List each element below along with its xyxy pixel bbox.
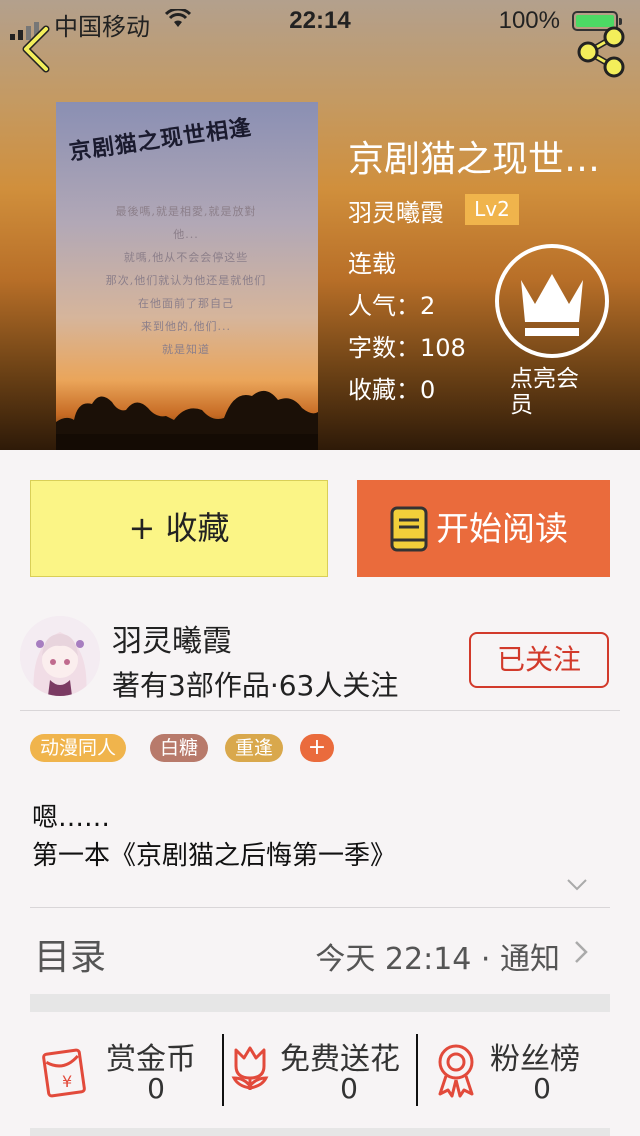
add-tag-button[interactable]: + <box>300 734 334 762</box>
follow-button[interactable]: 已关注 <box>469 632 609 688</box>
table-of-contents-row[interactable]: 目录 今天 22:14 · 通知 <box>30 908 610 992</box>
send-flower-button[interactable]: 免费送花 0 <box>226 1030 416 1110</box>
author-card-name[interactable]: 羽灵曦霞 <box>112 616 232 660</box>
reward-coins-count: 0 <box>147 1072 165 1105</box>
reward-coins-button[interactable]: ¥ 赏金币 0 <box>40 1030 220 1110</box>
collect-button[interactable]: + 收藏 <box>30 480 328 577</box>
back-chevron-icon[interactable] <box>18 25 54 73</box>
expand-chevron-icon[interactable] <box>566 878 588 892</box>
red-envelope-icon: ¥ <box>42 1048 86 1098</box>
vip-crown-button[interactable] <box>495 244 609 358</box>
crown-icon <box>521 274 583 336</box>
book-icon <box>390 506 428 552</box>
start-reading-label: 开始阅读 <box>436 509 568 548</box>
toc-update: 今天 22:14 · 通知 <box>315 942 560 977</box>
toc-label: 目录 <box>34 937 107 978</box>
start-reading-button[interactable]: 开始阅读 <box>357 480 610 577</box>
description-line: 嗯…… <box>32 803 111 833</box>
cover-poem: 最後嗎,就是相愛,就是放對 他... 就嗎,他从不会会停这些 那次,他们就认为他… <box>105 205 267 356</box>
status-bar: 中国移动 22:14 100% <box>0 0 640 41</box>
description-line: 第一本《京剧猫之后悔第一季》 <box>32 841 397 871</box>
author-card-stats: 著有3部作品·63人关注 <box>112 669 399 702</box>
section-separator <box>30 1128 610 1136</box>
divider <box>20 710 620 711</box>
author-name[interactable]: 羽灵曦霞 <box>348 193 444 228</box>
cover-title: 京剧猫之现世相逢 <box>67 114 254 166</box>
book-cover[interactable]: 京剧猫之现世相逢 最後嗎,就是相愛,就是放對 他... 就嗎,他从不会会停这些 … <box>56 102 318 450</box>
flower-icon <box>231 1046 269 1090</box>
chevron-right-icon <box>575 941 588 963</box>
tag-reunion[interactable]: 重逢 <box>225 734 284 762</box>
tree-silhouette <box>56 390 318 450</box>
popularity-row: 人气：2 <box>348 292 436 320</box>
svg-text:¥: ¥ <box>62 1072 72 1091</box>
section-separator <box>30 994 610 1012</box>
medal-icon <box>438 1044 474 1098</box>
serial-status: 连载 <box>348 250 396 278</box>
tag-anime[interactable]: 动漫同人 <box>30 734 127 762</box>
fan-ranking-button[interactable]: 粉丝榜 0 <box>432 1030 610 1110</box>
fan-ranking-count: 0 <box>533 1072 551 1105</box>
share-icon[interactable] <box>574 26 630 78</box>
vip-label[interactable]: 点亮会员 <box>510 366 600 418</box>
divider <box>416 1034 418 1106</box>
book-title: 京剧猫之现世… <box>348 139 601 180</box>
favorites-row: 收藏：0 <box>348 376 436 404</box>
divider <box>222 1034 224 1106</box>
battery-percent: 100% <box>498 7 560 34</box>
author-avatar[interactable] <box>20 616 100 696</box>
tag-baitang[interactable]: 白糖 <box>150 734 209 762</box>
book-header: 中国移动 22:14 100% 京剧猫之现世相逢 最後嗎,就是相愛,就是放對 他… <box>0 0 640 450</box>
word-count-row: 字数：108 <box>348 334 466 362</box>
level-badge: Lv2 <box>465 194 519 225</box>
send-flower-count: 0 <box>340 1072 358 1105</box>
